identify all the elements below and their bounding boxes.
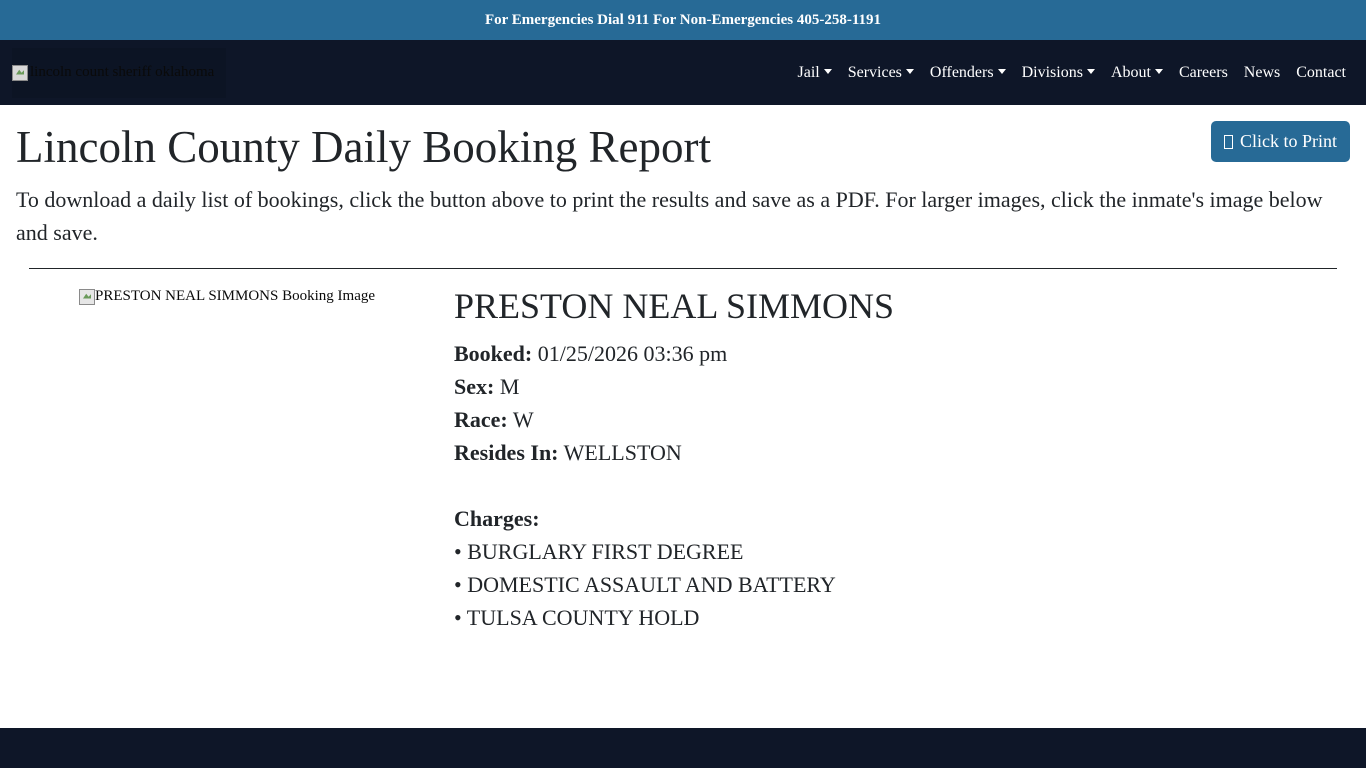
intro-text: To download a daily list of bookings, cl… bbox=[16, 187, 1323, 245]
caret-down-icon bbox=[1154, 69, 1163, 74]
inmate-details: PRESTON NEAL SIMMONS Booked: 01/25/2026 … bbox=[454, 284, 894, 634]
print-icon bbox=[1223, 134, 1233, 149]
caret-down-icon bbox=[997, 69, 1006, 74]
nav-item-divisions[interactable]: Divisions bbox=[1014, 64, 1103, 82]
nav-item-careers[interactable]: Careers bbox=[1171, 64, 1236, 82]
sex-value: M bbox=[499, 374, 520, 399]
inmate-image-alt: PRESTON NEAL SIMMONS Booking Image bbox=[95, 288, 376, 304]
charge-item: • DOMESTIC ASSAULT AND BATTERY bbox=[454, 572, 836, 597]
caret-down-icon bbox=[1086, 69, 1095, 74]
booked-value: 01/25/2026 03:36 pm bbox=[537, 341, 728, 366]
nav-label: News bbox=[1243, 63, 1281, 81]
divider bbox=[29, 268, 1337, 269]
inmate-name: PRESTON NEAL SIMMONS bbox=[454, 286, 895, 326]
inmate-booking-image[interactable]: PRESTON NEAL SIMMONS Booking Image bbox=[79, 288, 375, 305]
broken-image-icon bbox=[79, 288, 95, 305]
charge-item: • TULSA COUNTY HOLD bbox=[454, 605, 700, 630]
print-button-label: Click to Print bbox=[1239, 131, 1337, 151]
nav-menu: Jail Services Offenders Divisions About … bbox=[789, 64, 1354, 82]
broken-image-icon bbox=[12, 64, 28, 81]
emergency-banner: For Emergencies Dial 911 For Non-Emergen… bbox=[0, 0, 1366, 40]
print-button[interactable]: Click to Print bbox=[1211, 121, 1350, 162]
resides-row: Resides In: WELLSTON bbox=[454, 436, 894, 469]
booked-row: Booked: 01/25/2026 03:36 pm bbox=[454, 337, 894, 370]
charge-item: • BURGLARY FIRST DEGREE bbox=[454, 539, 744, 564]
page-title: Lincoln County Daily Booking Report bbox=[16, 122, 711, 172]
emergency-text: For Emergencies Dial 911 For Non-Emergen… bbox=[484, 11, 882, 28]
resides-value: WELLSTON bbox=[563, 440, 682, 465]
nav-label: Offenders bbox=[929, 63, 994, 81]
nav-item-offenders[interactable]: Offenders bbox=[922, 64, 1014, 82]
charges-label: Charges: bbox=[454, 506, 540, 531]
nav-item-jail[interactable]: Jail bbox=[789, 64, 839, 82]
booked-label: Booked: bbox=[454, 341, 533, 366]
nav-item-contact[interactable]: Contact bbox=[1288, 64, 1354, 82]
nav-label: Contact bbox=[1296, 63, 1346, 81]
footer bbox=[0, 728, 1366, 768]
main-navbar: lincoln count sheriff oklahoma Jail Serv… bbox=[0, 40, 1366, 105]
nav-label: About bbox=[1110, 63, 1151, 81]
nav-item-services[interactable]: Services bbox=[840, 64, 922, 82]
logo-alt-text: lincoln count sheriff oklahoma bbox=[30, 64, 215, 80]
sex-row: Sex: M bbox=[454, 370, 894, 403]
nav-item-news[interactable]: News bbox=[1236, 64, 1288, 82]
nav-label: Divisions bbox=[1021, 63, 1083, 81]
sex-label: Sex: bbox=[454, 374, 495, 399]
nav-label: Services bbox=[847, 63, 902, 81]
race-label: Race: bbox=[454, 407, 508, 432]
race-row: Race: W bbox=[454, 403, 894, 436]
site-logo-link[interactable]: lincoln count sheriff oklahoma bbox=[12, 47, 226, 98]
resides-label: Resides In: bbox=[454, 440, 559, 465]
caret-down-icon bbox=[823, 69, 832, 74]
race-value: W bbox=[512, 407, 534, 432]
charges-heading: Charges: bbox=[454, 502, 894, 535]
nav-label: Careers bbox=[1178, 63, 1228, 81]
nav-label: Jail bbox=[797, 63, 820, 81]
caret-down-icon bbox=[905, 69, 914, 74]
nav-item-about[interactable]: About bbox=[1103, 64, 1171, 82]
